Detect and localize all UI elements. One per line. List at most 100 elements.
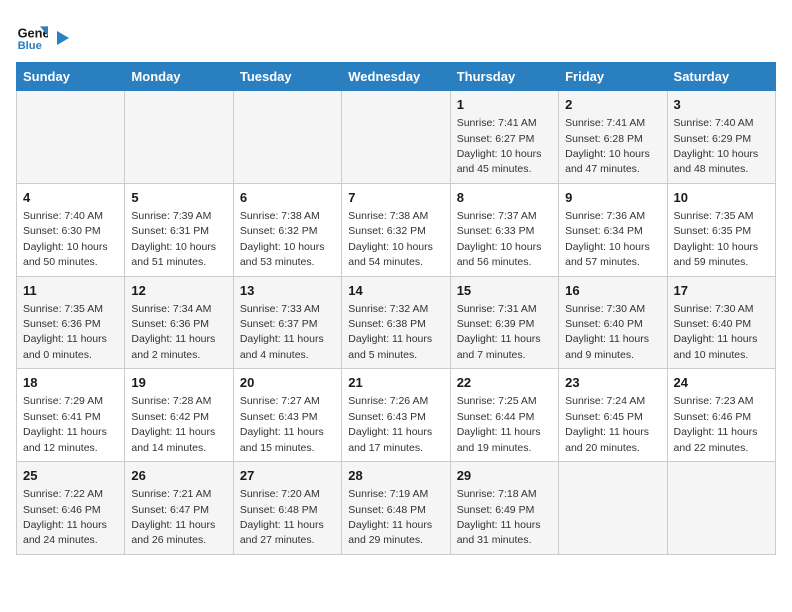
calendar-cell [667, 462, 775, 555]
calendar-cell: 20 Sunrise: 7:27 AM Sunset: 6:43 PM Dayli… [233, 369, 341, 462]
calendar-cell: 6 Sunrise: 7:38 AM Sunset: 6:32 PM Daylig… [233, 183, 341, 276]
day-number: 4 [23, 189, 118, 207]
day-detail: Sunrise: 7:35 AM Sunset: 6:36 PM Dayligh… [23, 303, 107, 361]
day-detail: Sunrise: 7:18 AM Sunset: 6:49 PM Dayligh… [457, 488, 541, 546]
logo: General Blue [16, 20, 72, 52]
svg-text:Blue: Blue [18, 40, 42, 52]
day-detail: Sunrise: 7:28 AM Sunset: 6:42 PM Dayligh… [131, 395, 215, 453]
calendar-header-sunday: Sunday [17, 63, 125, 91]
day-number: 1 [457, 96, 552, 114]
calendar-header-friday: Friday [559, 63, 667, 91]
day-number: 14 [348, 282, 443, 300]
day-number: 11 [23, 282, 118, 300]
day-detail: Sunrise: 7:30 AM Sunset: 6:40 PM Dayligh… [674, 303, 758, 361]
day-detail: Sunrise: 7:26 AM Sunset: 6:43 PM Dayligh… [348, 395, 432, 453]
day-number: 28 [348, 467, 443, 485]
day-detail: Sunrise: 7:25 AM Sunset: 6:44 PM Dayligh… [457, 395, 541, 453]
calendar-cell: 3 Sunrise: 7:40 AM Sunset: 6:29 PM Daylig… [667, 91, 775, 184]
day-number: 16 [565, 282, 660, 300]
calendar-cell [17, 91, 125, 184]
calendar-header-thursday: Thursday [450, 63, 558, 91]
day-number: 23 [565, 374, 660, 392]
calendar-cell: 10 Sunrise: 7:35 AM Sunset: 6:35 PM Dayli… [667, 183, 775, 276]
day-number: 19 [131, 374, 226, 392]
day-detail: Sunrise: 7:20 AM Sunset: 6:48 PM Dayligh… [240, 488, 324, 546]
day-number: 12 [131, 282, 226, 300]
calendar-cell: 14 Sunrise: 7:32 AM Sunset: 6:38 PM Dayli… [342, 276, 450, 369]
calendar-cell [233, 91, 341, 184]
day-detail: Sunrise: 7:41 AM Sunset: 6:27 PM Dayligh… [457, 117, 542, 175]
day-number: 17 [674, 282, 769, 300]
day-detail: Sunrise: 7:24 AM Sunset: 6:45 PM Dayligh… [565, 395, 649, 453]
day-number: 29 [457, 467, 552, 485]
day-number: 26 [131, 467, 226, 485]
calendar-header-wednesday: Wednesday [342, 63, 450, 91]
day-detail: Sunrise: 7:27 AM Sunset: 6:43 PM Dayligh… [240, 395, 324, 453]
calendar-cell: 13Sunrise: 7:33 AM Sunset: 6:37 PM Dayli… [233, 276, 341, 369]
calendar-cell: 22 Sunrise: 7:25 AM Sunset: 6:44 PM Dayli… [450, 369, 558, 462]
day-number: 3 [674, 96, 769, 114]
day-detail: Sunrise: 7:31 AM Sunset: 6:39 PM Dayligh… [457, 303, 541, 361]
calendar-cell: 16Sunrise: 7:30 AM Sunset: 6:40 PM Dayli… [559, 276, 667, 369]
calendar-cell [559, 462, 667, 555]
day-number: 27 [240, 467, 335, 485]
calendar-cell: 4 Sunrise: 7:40 AM Sunset: 6:30 PM Daylig… [17, 183, 125, 276]
day-number: 15 [457, 282, 552, 300]
header: General Blue [16, 16, 776, 52]
calendar-cell: 24 Sunrise: 7:23 AM Sunset: 6:46 PM Dayli… [667, 369, 775, 462]
calendar-week-row: 4 Sunrise: 7:40 AM Sunset: 6:30 PM Daylig… [17, 183, 776, 276]
day-number: 22 [457, 374, 552, 392]
day-detail: Sunrise: 7:35 AM Sunset: 6:35 PM Dayligh… [674, 210, 759, 268]
calendar-cell: 2 Sunrise: 7:41 AM Sunset: 6:28 PM Daylig… [559, 91, 667, 184]
day-detail: Sunrise: 7:38 AM Sunset: 6:32 PM Dayligh… [348, 210, 433, 268]
day-detail: Sunrise: 7:34 AM Sunset: 6:36 PM Dayligh… [131, 303, 215, 361]
day-detail: Sunrise: 7:29 AM Sunset: 6:41 PM Dayligh… [23, 395, 107, 453]
day-detail: Sunrise: 7:19 AM Sunset: 6:48 PM Dayligh… [348, 488, 432, 546]
calendar-cell: 26 Sunrise: 7:21 AM Sunset: 6:47 PM Dayli… [125, 462, 233, 555]
day-number: 2 [565, 96, 660, 114]
calendar-cell: 19 Sunrise: 7:28 AM Sunset: 6:42 PM Dayli… [125, 369, 233, 462]
day-number: 25 [23, 467, 118, 485]
calendar-cell: 29 Sunrise: 7:18 AM Sunset: 6:49 PM Dayli… [450, 462, 558, 555]
day-number: 21 [348, 374, 443, 392]
day-detail: Sunrise: 7:40 AM Sunset: 6:30 PM Dayligh… [23, 210, 108, 268]
calendar-header-monday: Monday [125, 63, 233, 91]
calendar-cell: 9Sunrise: 7:36 AM Sunset: 6:34 PM Daylig… [559, 183, 667, 276]
calendar-header-saturday: Saturday [667, 63, 775, 91]
calendar-cell: 8 Sunrise: 7:37 AM Sunset: 6:33 PM Daylig… [450, 183, 558, 276]
day-number: 18 [23, 374, 118, 392]
day-detail: Sunrise: 7:39 AM Sunset: 6:31 PM Dayligh… [131, 210, 216, 268]
day-detail: Sunrise: 7:23 AM Sunset: 6:46 PM Dayligh… [674, 395, 758, 453]
calendar-cell: 11 Sunrise: 7:35 AM Sunset: 6:36 PM Dayli… [17, 276, 125, 369]
calendar-cell: 12 Sunrise: 7:34 AM Sunset: 6:36 PM Dayli… [125, 276, 233, 369]
day-number: 6 [240, 189, 335, 207]
calendar-cell: 21 Sunrise: 7:26 AM Sunset: 6:43 PM Dayli… [342, 369, 450, 462]
day-detail: Sunrise: 7:32 AM Sunset: 6:38 PM Dayligh… [348, 303, 432, 361]
calendar-cell: 17 Sunrise: 7:30 AM Sunset: 6:40 PM Dayli… [667, 276, 775, 369]
calendar-header-tuesday: Tuesday [233, 63, 341, 91]
calendar-cell: 15 Sunrise: 7:31 AM Sunset: 6:39 PM Dayli… [450, 276, 558, 369]
day-detail: Sunrise: 7:37 AM Sunset: 6:33 PM Dayligh… [457, 210, 542, 268]
day-number: 7 [348, 189, 443, 207]
logo-icon: General Blue [16, 20, 48, 52]
calendar-table: SundayMondayTuesdayWednesdayThursdayFrid… [16, 62, 776, 555]
calendar-week-row: 18 Sunrise: 7:29 AM Sunset: 6:41 PM Dayli… [17, 369, 776, 462]
day-detail: Sunrise: 7:21 AM Sunset: 6:47 PM Dayligh… [131, 488, 215, 546]
calendar-cell: 18 Sunrise: 7:29 AM Sunset: 6:41 PM Dayli… [17, 369, 125, 462]
day-number: 9 [565, 189, 660, 207]
day-number: 8 [457, 189, 552, 207]
day-number: 24 [674, 374, 769, 392]
day-detail: Sunrise: 7:41 AM Sunset: 6:28 PM Dayligh… [565, 117, 650, 175]
calendar-cell [125, 91, 233, 184]
calendar-cell: 7 Sunrise: 7:38 AM Sunset: 6:32 PM Daylig… [342, 183, 450, 276]
calendar-cell: 23 Sunrise: 7:24 AM Sunset: 6:45 PM Dayli… [559, 369, 667, 462]
logo-arrow-icon [53, 29, 71, 47]
day-number: 10 [674, 189, 769, 207]
day-number: 5 [131, 189, 226, 207]
calendar-cell: 27 Sunrise: 7:20 AM Sunset: 6:48 PM Dayli… [233, 462, 341, 555]
day-number: 20 [240, 374, 335, 392]
calendar-header-row: SundayMondayTuesdayWednesdayThursdayFrid… [17, 63, 776, 91]
calendar-cell: 5 Sunrise: 7:39 AM Sunset: 6:31 PM Daylig… [125, 183, 233, 276]
day-detail: Sunrise: 7:38 AM Sunset: 6:32 PM Dayligh… [240, 210, 325, 268]
day-detail: Sunrise: 7:40 AM Sunset: 6:29 PM Dayligh… [674, 117, 759, 175]
